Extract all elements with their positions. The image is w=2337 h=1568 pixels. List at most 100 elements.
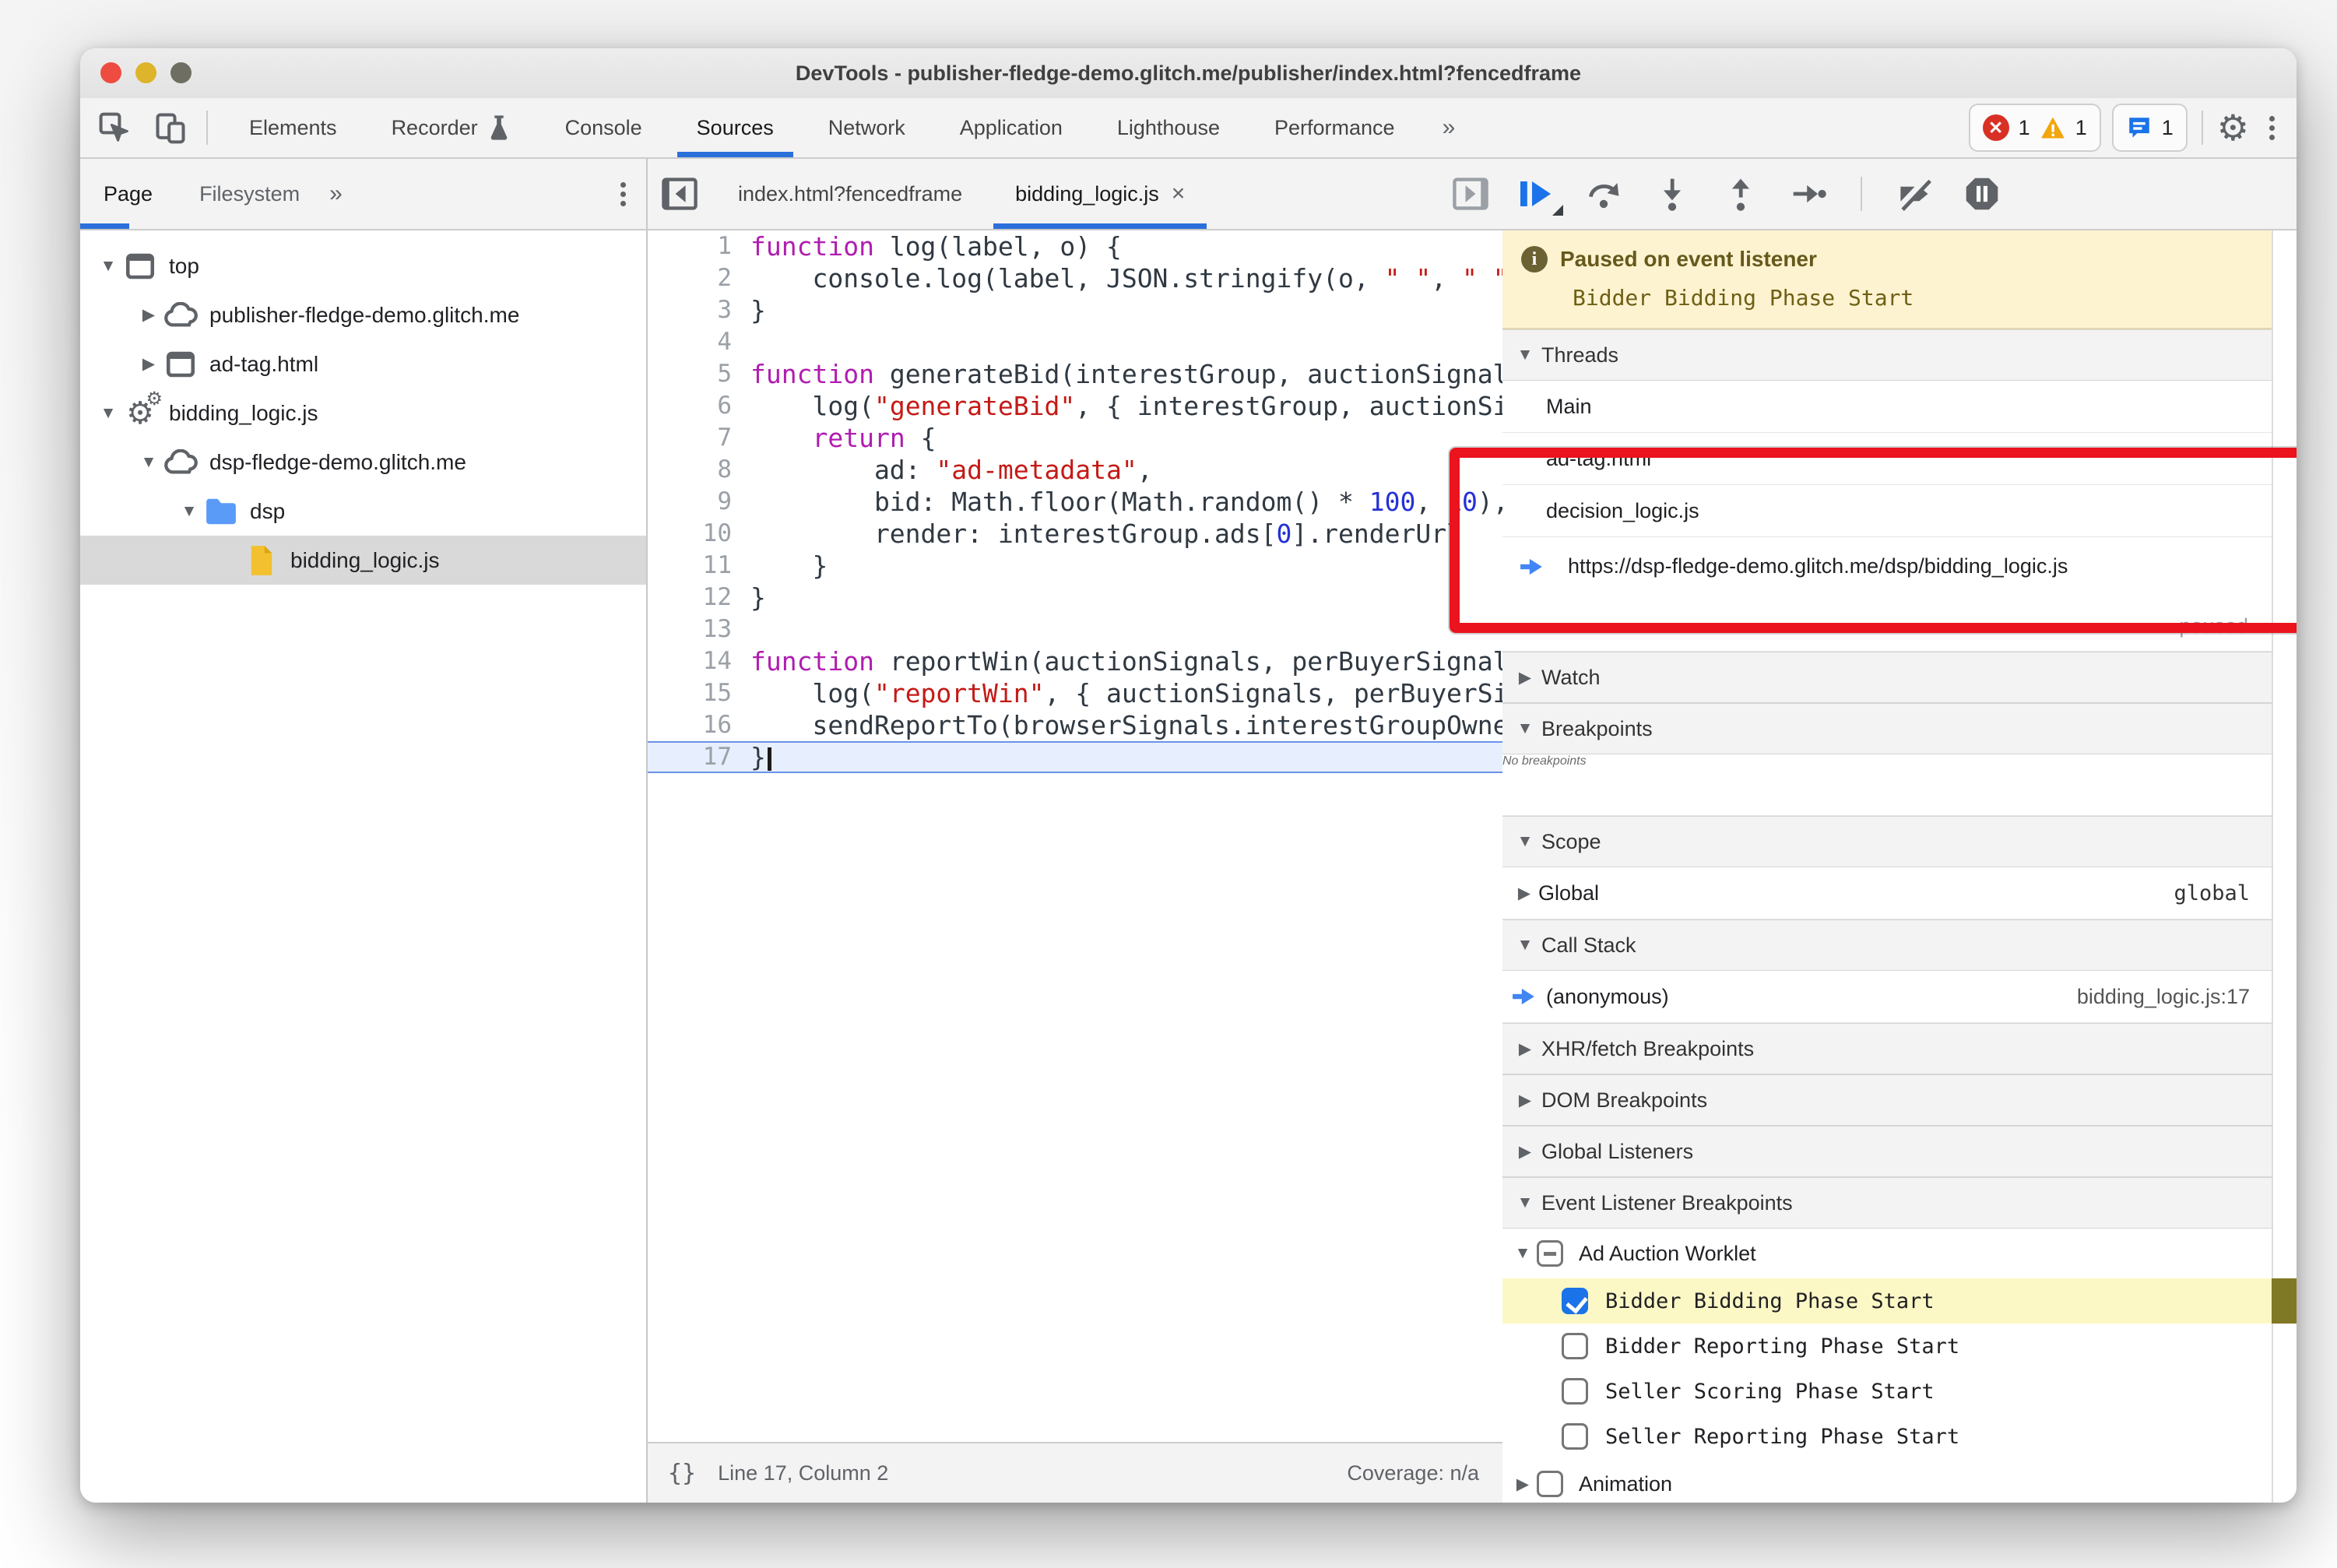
close-tab-icon[interactable]: × (1172, 181, 1186, 207)
editor-tab-bidding-logic-js[interactable]: bidding_logic.js × (989, 159, 1211, 229)
device-toolbar-icon[interactable] (149, 106, 192, 149)
code-editor[interactable]: 1 function log(label, o) {2 console.log(l… (648, 230, 1502, 1442)
code-line-8[interactable]: 8 ad: "ad-metadata", (648, 454, 1502, 486)
checkbox[interactable] (1562, 1288, 1588, 1314)
tab-performance[interactable]: Performance (1247, 98, 1422, 157)
chevron-down-icon[interactable]: ▼ (94, 404, 122, 423)
resume-script-button[interactable] (1516, 175, 1563, 216)
tab-network[interactable]: Network (801, 98, 933, 157)
line-number[interactable]: 15 (648, 677, 750, 709)
section-watch[interactable]: ▶ Watch (1502, 652, 2272, 703)
code-line-7[interactable]: 7 return { (648, 422, 1502, 454)
line-number[interactable]: 8 (648, 454, 750, 486)
tab-elements[interactable]: Elements (222, 98, 364, 157)
step-button[interactable] (1791, 175, 1828, 213)
line-number[interactable]: 17 (648, 743, 750, 772)
scope-global-row[interactable]: ▶ Global global (1502, 867, 2272, 919)
line-number[interactable]: 12 (648, 582, 750, 613)
section-dom-breakpoints[interactable]: ▶ DOM Breakpoints (1502, 1074, 2272, 1126)
code-line-15[interactable]: 15 log("reportWin", { auctionSignals, pe… (648, 677, 1502, 709)
deactivate-breakpoints-button[interactable] (1895, 175, 1932, 213)
section-threads[interactable]: ▼ Threads (1502, 329, 2272, 381)
code-line-4[interactable]: 4 (648, 326, 1502, 358)
code-line-10[interactable]: 10 render: interestGroup.ads[0].renderUr… (648, 518, 1502, 550)
tree-item-bidding-logic-js[interactable]: ▼ ⚙ ⚙ bidding_logic.js (80, 388, 646, 438)
chevron-right-icon[interactable]: ▶ (135, 305, 163, 325)
line-number[interactable]: 5 (648, 358, 750, 390)
code-line-14[interactable]: 14 function reportWin(auctionSignals, per… (648, 645, 1502, 677)
code-line-6[interactable]: 6 log("generateBid", { interestGroup, au… (648, 390, 1502, 422)
settings-gear-icon[interactable]: ⚙ (2217, 107, 2249, 149)
code-line-9[interactable]: 9 bid: Math.floor(Math.random() * 100, 1… (648, 486, 1502, 518)
issues-badge[interactable]: 1 (2111, 104, 2188, 152)
tab-filesystem[interactable]: Filesystem (176, 159, 323, 229)
errors-warnings-badge[interactable]: ✕ 1 1 (1968, 104, 2101, 152)
code-line-5[interactable]: 5 function generateBid(interestGroup, auc… (648, 358, 1502, 390)
elb-group-ad-auction-worklet[interactable]: ▼ Ad Auction Worklet (1502, 1229, 2272, 1278)
step-over-button[interactable] (1585, 175, 1622, 213)
code-line-13[interactable]: 13 (648, 613, 1502, 645)
step-out-button[interactable] (1722, 175, 1759, 213)
inspect-element-icon[interactable] (93, 106, 136, 149)
tree-item-bidding-logic-js[interactable]: bidding_logic.js (80, 536, 646, 585)
elb-item-bidder-bidding-phase-start[interactable]: Bidder Bidding Phase Start (1502, 1278, 2297, 1324)
section-event-listener-breakpoints[interactable]: ▼ Event Listener Breakpoints (1502, 1177, 2272, 1229)
code-line-2[interactable]: 2 console.log(label, JSON.stringify(o, "… (648, 262, 1502, 294)
thread-item[interactable]: decision_logic.js (1502, 485, 2272, 537)
checkbox[interactable] (1537, 1240, 1563, 1267)
hide-navigator-icon[interactable] (659, 173, 701, 215)
checkbox[interactable] (1562, 1333, 1588, 1359)
line-number[interactable]: 7 (648, 422, 750, 454)
tab-page[interactable]: Page (80, 159, 176, 229)
tab-sources[interactable]: Sources (669, 98, 801, 157)
navigator-kebab-icon[interactable] (620, 178, 626, 210)
code-line-16[interactable]: 16 sendReportTo(browserSignals.interestG… (648, 709, 1502, 741)
tree-item-publisher-fledge-demo-glitch-me[interactable]: ▶ publisher-fledge-demo.glitch.me (80, 290, 646, 339)
line-number[interactable]: 10 (648, 518, 750, 550)
line-number[interactable]: 3 (648, 294, 750, 326)
elb-item-seller-scoring-phase-start[interactable]: Seller Scoring Phase Start (1502, 1369, 2272, 1414)
thread-item[interactable]: Main (1502, 381, 2272, 433)
line-number[interactable]: 13 (648, 613, 750, 645)
pretty-print-icon[interactable]: {} (668, 1460, 696, 1487)
section-breakpoints[interactable]: ▼ Breakpoints (1502, 703, 2272, 754)
call-stack-frame[interactable]: (anonymous) bidding_logic.js:17 (1502, 971, 2272, 1023)
chevron-down-icon[interactable]: ▼ (175, 502, 203, 521)
tab-application[interactable]: Application (933, 98, 1090, 157)
section-global-listeners[interactable]: ▶ Global Listeners (1502, 1126, 2272, 1177)
elb-item-seller-reporting-phase-start[interactable]: Seller Reporting Phase Start (1502, 1414, 2272, 1459)
line-number[interactable]: 14 (648, 645, 750, 677)
chevron-down-icon[interactable]: ▼ (135, 453, 163, 472)
step-into-button[interactable] (1653, 175, 1691, 213)
checkbox[interactable] (1562, 1423, 1588, 1450)
section-call-stack[interactable]: ▼ Call Stack (1502, 919, 2272, 971)
tab-lighthouse[interactable]: Lighthouse (1090, 98, 1247, 157)
tab-recorder[interactable]: Recorder (364, 98, 538, 157)
line-number[interactable]: 9 (648, 486, 750, 518)
tree-item-dsp[interactable]: ▼ dsp (80, 487, 646, 536)
line-number[interactable]: 4 (648, 326, 750, 358)
checkbox[interactable] (1562, 1378, 1588, 1405)
editor-tab-index-html-fencedframe[interactable]: index.html?fencedframe (712, 159, 989, 229)
line-number[interactable]: 6 (648, 390, 750, 422)
tree-item-top[interactable]: ▼ top (80, 241, 646, 290)
section-xhr-breakpoints[interactable]: ▶ XHR/fetch Breakpoints (1502, 1023, 2272, 1074)
chevron-down-icon[interactable]: ▼ (94, 257, 122, 276)
show-debugger-icon[interactable] (1450, 173, 1492, 215)
pause-on-exceptions-button[interactable] (1963, 175, 2001, 213)
tree-item-ad-tag-html[interactable]: ▶ ad-tag.html (80, 339, 646, 388)
tree-item-dsp-fledge-demo-glitch-me[interactable]: ▼ dsp-fledge-demo.glitch.me (80, 438, 646, 487)
elb-group-animation[interactable]: ▶ Animation (1502, 1459, 2272, 1503)
code-line-3[interactable]: 3} (648, 294, 1502, 326)
elb-item-bidder-reporting-phase-start[interactable]: Bidder Reporting Phase Start (1502, 1324, 2272, 1369)
more-panels-icon[interactable]: » (1422, 114, 1476, 141)
line-number[interactable]: 1 (648, 230, 750, 262)
chevron-down-icon[interactable]: ▼ (1502, 1244, 1537, 1263)
chevron-right-icon[interactable]: ▶ (135, 354, 163, 374)
thread-current[interactable]: https://dsp-fledge-demo.glitch.me/dsp/bi… (1502, 537, 2272, 652)
line-number[interactable]: 2 (648, 262, 750, 294)
line-number[interactable]: 16 (648, 709, 750, 741)
checkbox[interactable] (1537, 1471, 1563, 1497)
code-line-17[interactable]: 17} (648, 741, 1502, 773)
tab-console[interactable]: Console (538, 98, 669, 157)
